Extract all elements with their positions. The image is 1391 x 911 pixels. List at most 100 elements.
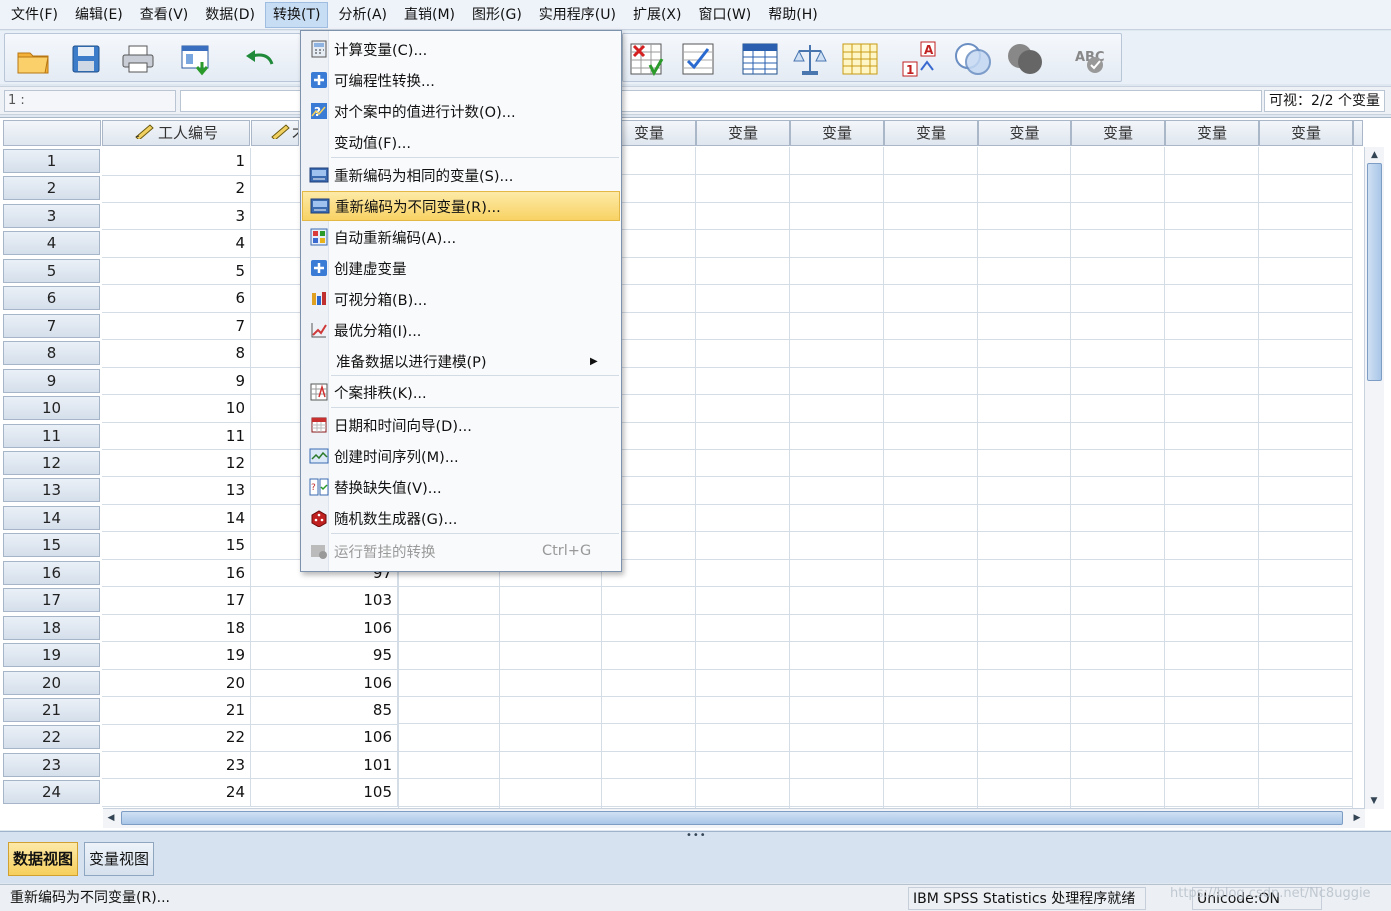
vertical-scroll-thumb[interactable] [1367, 163, 1382, 381]
scroll-right-arrow-icon[interactable]: ▶ [1349, 809, 1365, 827]
table-cell-var2[interactable]: 85 [251, 697, 398, 725]
transform-menu-item[interactable]: 自动重新编码(A)... [302, 222, 620, 252]
transform-menu-item[interactable]: 创建虚变量 [302, 253, 620, 283]
table-cell-worker-id[interactable]: 15 [102, 532, 251, 560]
table-cell-worker-id[interactable]: 1 [102, 148, 251, 176]
table-cell-worker-id[interactable]: 14 [102, 504, 251, 533]
row-header[interactable]: 11 [3, 423, 100, 448]
grid-table-icon[interactable] [841, 40, 879, 78]
horizontal-scrollbar[interactable]: ◀ ▶ [103, 808, 1365, 828]
row-header[interactable]: 10 [3, 396, 100, 421]
table-cell-worker-id[interactable]: 18 [102, 614, 251, 643]
table-cell-worker-id[interactable]: 19 [102, 642, 251, 670]
row-header[interactable]: 3 [3, 203, 100, 228]
menu-item[interactable]: 查看(V) [133, 2, 196, 28]
transform-menu-item[interactable]: 计算变量(C)... [302, 34, 620, 64]
table-cell-worker-id[interactable]: 11 [102, 422, 251, 450]
recall-dialog-icon[interactable] [179, 40, 217, 78]
column-header-empty-variable[interactable] [1353, 120, 1363, 146]
transform-menu-item[interactable]: 个案排秩(K)... [302, 377, 620, 407]
transform-menu-item[interactable]: 随机数生成器(G)... [302, 503, 620, 533]
column-header-empty-variable[interactable]: 变量 [1259, 120, 1353, 146]
table-cell-var2[interactable]: 106 [251, 669, 398, 698]
menu-item[interactable]: 实用程序(U) [532, 2, 623, 28]
row-header[interactable]: 17 [3, 588, 100, 613]
column-header-empty-variable[interactable]: 变量 [1071, 120, 1165, 146]
select-cases-icon[interactable] [627, 40, 665, 78]
sets-icon[interactable] [953, 40, 991, 78]
spell-check-icon[interactable]: ABC [1071, 40, 1109, 78]
column-header-empty-variable[interactable]: 变量 [1165, 120, 1259, 146]
column-header-empty-variable[interactable]: 变量 [790, 120, 884, 146]
row-header[interactable]: 4 [3, 231, 100, 256]
table-cell-worker-id[interactable]: 8 [102, 340, 251, 368]
row-header[interactable]: 6 [3, 286, 100, 311]
table-cell-worker-id[interactable]: 6 [102, 285, 251, 313]
table-cell-worker-id[interactable]: 7 [102, 312, 251, 341]
scroll-down-arrow-icon[interactable]: ▼ [1365, 793, 1383, 809]
scroll-left-arrow-icon[interactable]: ◀ [103, 809, 119, 827]
row-header[interactable]: 7 [3, 313, 100, 338]
row-header[interactable]: 24 [3, 780, 100, 805]
transform-menu-item[interactable]: 重新编码为相同的变量(S)... [302, 160, 620, 190]
row-header[interactable]: 20 [3, 670, 100, 695]
pane-splitter-icon[interactable]: ••• [686, 830, 707, 841]
row-header[interactable]: 8 [3, 341, 100, 366]
row-header[interactable]: 5 [3, 258, 100, 283]
weight-cases-icon[interactable] [679, 40, 717, 78]
table-cell-var2[interactable]: 103 [251, 587, 398, 615]
row-header[interactable]: 2 [3, 176, 100, 201]
menu-item[interactable]: 数据(D) [198, 2, 262, 28]
row-header[interactable]: 16 [3, 560, 100, 585]
vertical-scrollbar[interactable]: ▲ ▼ [1364, 147, 1384, 809]
variables-table-icon[interactable] [741, 40, 779, 78]
table-cell-worker-id[interactable]: 12 [102, 449, 251, 478]
table-cell-worker-id[interactable]: 22 [102, 724, 251, 752]
column-header-empty-variable[interactable]: 变量 [884, 120, 978, 146]
row-header[interactable]: 18 [3, 615, 100, 640]
transform-menu-item[interactable]: 可视分箱(B)... [302, 284, 620, 314]
table-cell-worker-id[interactable]: 21 [102, 697, 251, 725]
table-cell-worker-id[interactable]: 20 [102, 669, 251, 698]
open-folder-icon[interactable] [15, 40, 53, 78]
balance-scale-icon[interactable] [791, 40, 829, 78]
row-header[interactable]: 1 [3, 149, 100, 173]
table-cell-worker-id[interactable]: 17 [102, 587, 251, 615]
tab-variable-view[interactable]: 变量视图 [84, 842, 155, 876]
transform-menu-item[interactable]: 最优分箱(I)... [302, 315, 620, 345]
transform-menu-item[interactable]: 创建时间序列(M)... [302, 441, 620, 471]
column-header-var2[interactable]: 才 [251, 120, 299, 146]
row-header[interactable]: 22 [3, 725, 100, 750]
transform-menu-item[interactable]: 准备数据以进行建模(P) ▶ [302, 346, 620, 376]
column-header-worker-id[interactable]: 工人编号 [102, 120, 250, 146]
table-cell-worker-id[interactable]: 16 [102, 559, 251, 588]
transform-menu-item[interactable]: 可编程性转换... [302, 65, 620, 95]
menu-item[interactable]: 编辑(E) [68, 2, 130, 28]
table-cell-var2[interactable]: 105 [251, 779, 398, 807]
transform-menu-item[interactable]: ? 对个案中的值进行计数(O)... [302, 96, 620, 126]
column-header-empty-variable[interactable]: 变量 [696, 120, 790, 146]
row-header[interactable]: 9 [3, 368, 100, 393]
scroll-up-arrow-icon[interactable]: ▲ [1365, 147, 1384, 163]
menu-item[interactable]: 扩展(X) [626, 2, 689, 28]
horizontal-scroll-thumb[interactable] [121, 811, 1343, 825]
table-cell-worker-id[interactable]: 3 [102, 202, 251, 231]
print-icon[interactable] [119, 40, 157, 78]
menu-item[interactable]: 分析(A) [331, 2, 394, 28]
transform-menu-item[interactable]: 变动值(F)... [302, 127, 620, 157]
menu-item[interactable]: 文件(F) [4, 2, 65, 28]
menu-item[interactable]: 直销(M) [397, 2, 462, 28]
row-header[interactable]: 21 [3, 698, 100, 722]
menu-item[interactable]: 转换(T) [265, 1, 329, 28]
column-header-empty-variable[interactable]: 变量 [978, 120, 1071, 146]
table-cell-worker-id[interactable]: 9 [102, 367, 251, 396]
table-cell-var2[interactable]: 95 [251, 642, 398, 670]
row-header[interactable]: 12 [3, 450, 100, 475]
row-header[interactable]: 19 [3, 643, 100, 668]
menu-item[interactable]: 帮助(H) [761, 2, 824, 28]
table-cell-worker-id[interactable]: 4 [102, 230, 251, 258]
transform-menu-item[interactable]: 日期和时间向导(D)... [302, 410, 620, 440]
table-cell-worker-id[interactable]: 2 [102, 175, 251, 203]
transform-menu-item[interactable]: ? 替换缺失值(V)... [302, 472, 620, 502]
menu-item[interactable]: 窗口(W) [691, 2, 758, 28]
